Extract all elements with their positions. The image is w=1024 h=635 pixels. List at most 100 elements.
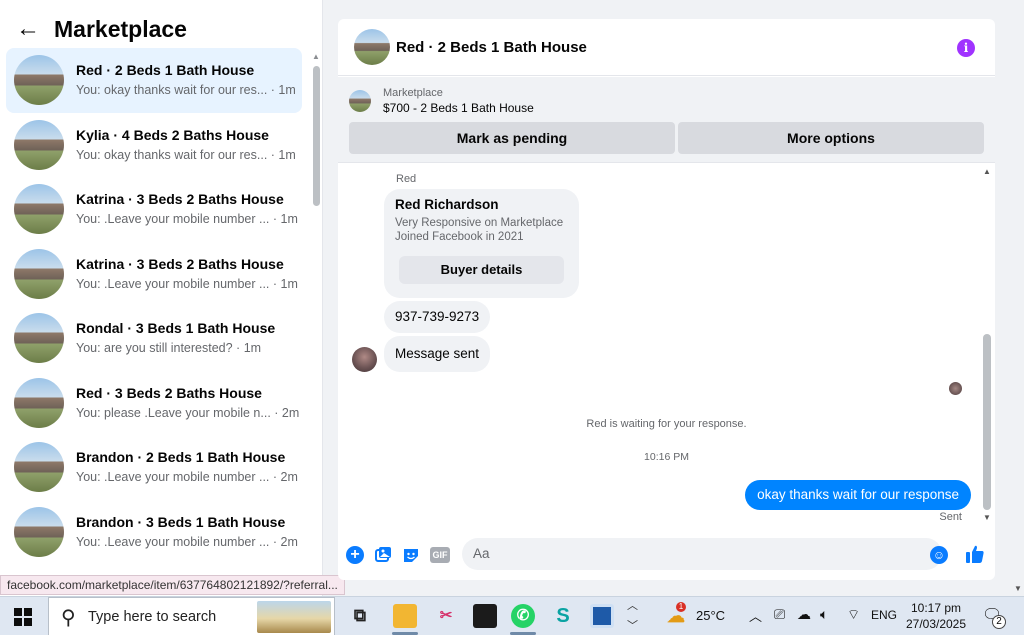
link-status-url: facebook.com/marketplace/item/6377648021… xyxy=(0,575,345,595)
emoji-icon[interactable]: ☺ xyxy=(930,546,948,564)
chat-header: Red · 2 Beds 1 Bath House i xyxy=(338,19,995,76)
buyer-name: Red Richardson xyxy=(395,197,499,212)
conversation-preview: You: .Leave your mobile number ... · 1m xyxy=(76,212,298,227)
sent-status: Sent xyxy=(939,511,962,523)
onedrive-cloud-icon[interactable]: ☁ xyxy=(797,606,811,623)
windows-start-icon[interactable] xyxy=(14,608,32,626)
buyer-details-button[interactable]: Buyer details xyxy=(399,256,564,284)
listing-thumbnail xyxy=(14,248,64,299)
buyer-responsiveness: Very Responsive on Marketplace xyxy=(395,217,564,229)
temperature[interactable]: 25°C xyxy=(696,608,725,623)
listing-source: Marketplace xyxy=(383,87,443,99)
conversation-preview: You: please .Leave your mobile n... · 2m xyxy=(76,405,300,420)
clock-time: 10:17 pm xyxy=(910,601,962,615)
photo-icon[interactable] xyxy=(374,546,392,564)
scroll-down-icon[interactable]: ▼ xyxy=(981,513,993,523)
add-icon[interactable]: + xyxy=(346,546,364,564)
sidebar-scrollbar[interactable]: ▲ xyxy=(311,52,321,584)
conversation-preview: You: .Leave your mobile number ... · 2m xyxy=(76,470,298,485)
conversation-item[interactable]: Katrina · 3 Beds 2 Baths House You: .Leav… xyxy=(6,177,302,242)
message-composer: + GIF Aa ☺ xyxy=(338,536,995,576)
conversation-title: Kylia · 4 Beds 2 Baths House xyxy=(76,126,269,143)
scroll-down-icon[interactable]: ▼ xyxy=(1012,584,1024,593)
conversation-item[interactable]: Brandon · 3 Beds 1 Bath House You: .Leave… xyxy=(6,500,302,565)
snipping-tool-icon[interactable]: ✂ xyxy=(434,604,458,628)
conversation-preview: You: okay thanks wait for our res... · 1… xyxy=(76,83,296,98)
conversation-list: Red · 2 Beds 1 Bath House You: okay thank… xyxy=(6,48,302,564)
conversation-title: Rondal · 3 Beds 1 Bath House xyxy=(76,320,276,337)
buyer-joined: Joined Facebook in 2021 xyxy=(395,231,524,243)
conversation-title: Red · 2 Beds 1 Bath House xyxy=(76,62,255,79)
conversation-title: Katrina · 3 Beds 2 Baths House xyxy=(76,191,284,208)
mark-as-pending-button[interactable]: Mark as pending xyxy=(349,122,675,154)
whatsapp-icon[interactable]: ✆ xyxy=(511,604,535,628)
listing-thumbnail xyxy=(349,90,371,112)
conversation-title: Katrina · 3 Beds 2 Baths House xyxy=(76,255,284,272)
listing-thumbnail xyxy=(14,119,64,170)
scroll-up-icon[interactable]: ▲ xyxy=(311,52,321,62)
meet-now-icon[interactable]: ⎚ xyxy=(774,606,785,623)
chat-panel: Red · 2 Beds 1 Bath House i Marketplace … xyxy=(338,19,995,580)
sidebar-title: Marketplace xyxy=(54,15,187,42)
scrollbar-thumb[interactable] xyxy=(313,66,320,206)
volume-icon[interactable]: 🔈︎ xyxy=(820,606,828,623)
sidebar-header: ← Marketplace xyxy=(16,14,187,44)
chevron-down-icon[interactable]: ﹀ xyxy=(627,617,638,633)
search-icon: ⚲ xyxy=(61,607,76,629)
timestamp: 10:16 PM xyxy=(644,451,689,463)
conversation-item[interactable]: Red · 3 Beds 2 Baths House You: please .L… xyxy=(6,371,302,436)
info-icon[interactable]: i xyxy=(957,39,975,57)
language-indicator[interactable]: ENG xyxy=(871,608,897,622)
listing-thumbnail xyxy=(14,377,64,428)
sticky-notes-icon[interactable] xyxy=(473,604,497,628)
search-highlight-image xyxy=(257,601,331,633)
chevron-up-icon[interactable]: ︿ xyxy=(627,597,638,613)
incoming-message: 937-739-9273 xyxy=(384,301,491,333)
more-options-button[interactable]: More options xyxy=(678,122,984,154)
thumbs-up-icon[interactable] xyxy=(965,544,984,563)
taskbar-search[interactable]: ⚲ Type here to search xyxy=(48,597,335,635)
conversation-preview: You: are you still interested? · 1m xyxy=(76,341,262,356)
listing-banner: Marketplace $700 - 2 Beds 1 Bath House M… xyxy=(338,77,995,163)
conversation-item[interactable]: Katrina · 3 Beds 2 Baths House You: .Leav… xyxy=(6,242,302,307)
back-arrow-icon[interactable]: ← xyxy=(16,14,40,44)
search-placeholder: Type here to search xyxy=(88,609,217,625)
conversation-title: Red · 3 Beds 2 Baths House xyxy=(76,384,262,401)
listing-price-title[interactable]: $700 - 2 Beds 1 Bath House xyxy=(383,100,534,116)
weather-alert-badge: 1 xyxy=(676,602,686,612)
wifi-icon[interactable]: ⌔ xyxy=(847,606,860,624)
clock-date: 27/03/2025 xyxy=(905,617,967,631)
sender-avatar[interactable] xyxy=(352,347,377,372)
conversation-preview: You: .Leave your mobile number ... · 1m xyxy=(76,276,298,291)
system-clock[interactable]: 10:17 pm 27/03/2025 xyxy=(902,600,970,632)
message-input[interactable]: Aa xyxy=(462,538,942,570)
conversation-item[interactable]: Brandon · 2 Beds 1 Bath House You: .Leave… xyxy=(6,435,302,500)
surfshark-icon[interactable]: S xyxy=(551,604,575,628)
conversation-preview: You: .Leave your mobile number ... · 2m xyxy=(76,534,298,549)
listing-thumbnail xyxy=(14,55,64,106)
scrollbar-thumb[interactable] xyxy=(983,334,991,510)
conversation-item[interactable]: Red · 2 Beds 1 Bath House You: okay thank… xyxy=(6,48,302,113)
app-window-icon[interactable] xyxy=(590,604,614,628)
show-hidden-icons-icon[interactable]: ︿ xyxy=(749,606,762,625)
scroll-up-icon[interactable]: ▲ xyxy=(981,167,993,177)
conversation-title: Brandon · 3 Beds 1 Bath House xyxy=(76,513,286,530)
conversation-title: Brandon · 2 Beds 1 Bath House xyxy=(76,449,286,466)
seen-avatar xyxy=(949,382,962,395)
listing-thumbnail xyxy=(14,506,64,557)
thread-scrollbar[interactable]: ▲ ▼ xyxy=(981,167,993,525)
task-view-icon[interactable]: ⧉ xyxy=(348,604,372,628)
incoming-message: Message sent xyxy=(384,336,491,372)
sticker-icon[interactable] xyxy=(402,546,420,564)
listing-thumbnail xyxy=(14,313,64,364)
file-explorer-icon[interactable] xyxy=(393,604,417,628)
conversation-item[interactable]: Rondal · 3 Beds 1 Bath House You: are you… xyxy=(6,306,302,371)
gif-icon[interactable]: GIF xyxy=(430,547,450,563)
outgoing-message: okay thanks wait for our response xyxy=(745,480,971,510)
chat-title[interactable]: Red · 2 Beds 1 Bath House xyxy=(396,39,587,56)
notification-count-badge: 2 xyxy=(992,615,1006,629)
sender-label: Red xyxy=(396,173,417,185)
conversation-item[interactable]: Kylia · 4 Beds 2 Baths House You: okay th… xyxy=(6,113,302,178)
page-scrollbar[interactable]: ▼ xyxy=(1012,0,1024,596)
buyer-profile-card: Red Richardson Very Responsive on Market… xyxy=(384,189,579,298)
